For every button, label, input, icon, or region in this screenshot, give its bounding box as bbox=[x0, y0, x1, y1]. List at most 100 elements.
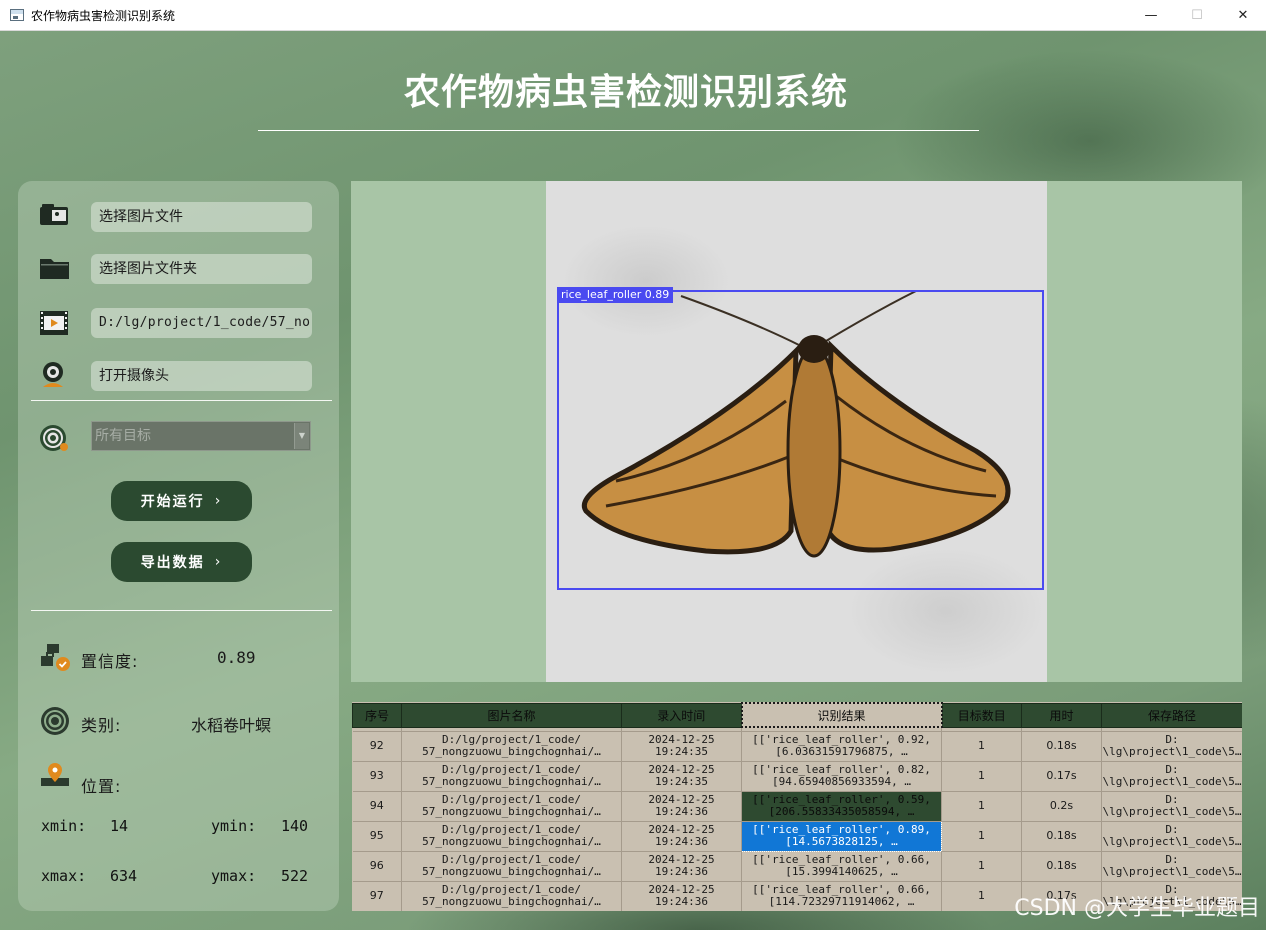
row-result-line2: [15.3994140625, … bbox=[785, 865, 898, 878]
chevron-down-icon[interactable]: ▼ bbox=[294, 423, 309, 449]
xmax-label: xmax: bbox=[41, 867, 87, 885]
ymax-label: ymax: bbox=[211, 867, 257, 885]
row-result: [['rice_leaf_roller', 0.66, [15.399414062… bbox=[741, 851, 942, 882]
xmin-label: xmin: bbox=[41, 817, 87, 835]
row-index: 93 bbox=[352, 761, 402, 792]
header-index[interactable]: 序号 bbox=[352, 702, 402, 728]
table-row-selected[interactable]: 95 D:/lg/project/1_code/57_nongzuowu_bin… bbox=[352, 820, 1242, 852]
xmax-value: 634 bbox=[110, 867, 138, 885]
control-panel: 选择图片文件 选择图片文件夹 D:/lg/project/1_code/57_n… bbox=[18, 181, 339, 911]
row-clock: 19:24:36 bbox=[655, 835, 708, 848]
row-elapsed: 0.17s bbox=[1021, 761, 1102, 792]
row-index: 94 bbox=[352, 791, 402, 822]
row-count: 1 bbox=[941, 851, 1022, 882]
row-elapsed: 0.18s bbox=[1021, 851, 1102, 882]
detection-label: rice_leaf_roller 0.89 bbox=[557, 287, 674, 303]
row-path-line2: \lg\project\1_code\5… bbox=[1102, 745, 1242, 758]
start-button[interactable]: 开始运行 › bbox=[111, 481, 252, 521]
row-path: D: \lg\project\1_code\5… bbox=[1101, 821, 1242, 852]
main-area: 农作物病虫害检测识别系统 选择图片文件 选择图片文件夹 D:/lg/projec… bbox=[0, 31, 1266, 930]
row-count: 1 bbox=[941, 791, 1022, 822]
row-path: D: \lg\project\1_code\5… bbox=[1101, 731, 1242, 762]
app-title: 农作物病虫害检测识别系统 bbox=[403, 72, 848, 113]
row-index: 96 bbox=[352, 851, 402, 882]
video-path-field[interactable]: D:/lg/project/1_code/57_nor bbox=[91, 308, 312, 338]
header-result[interactable]: 识别结果 bbox=[740, 702, 943, 728]
row-index: 95 bbox=[352, 821, 402, 852]
header-image-name[interactable]: 图片名称 bbox=[401, 702, 622, 728]
title-divider bbox=[258, 130, 979, 131]
row-result: [['rice_leaf_roller', 0.66, [114.72329711… bbox=[741, 881, 942, 911]
target-select[interactable]: 所有目标 ▼ bbox=[91, 421, 311, 451]
select-image-file-button[interactable]: 选择图片文件 bbox=[91, 202, 312, 232]
row-time: 2024-12-25 19:24:36 bbox=[621, 791, 742, 822]
panel-divider bbox=[31, 610, 332, 611]
row-image-name: D:/lg/project/1_code/57_nongzuowu_bingch… bbox=[401, 821, 622, 852]
confidence-label: 置信度: bbox=[81, 652, 139, 671]
row-time: 2024-12-25 19:24:35 bbox=[621, 761, 742, 792]
row-index: 92 bbox=[352, 731, 402, 762]
header-elapsed[interactable]: 用时 bbox=[1021, 702, 1102, 728]
app-icon bbox=[10, 9, 24, 21]
close-button[interactable]: ✕ bbox=[1220, 0, 1266, 31]
select-image-folder-button[interactable]: 选择图片文件夹 bbox=[91, 254, 312, 284]
table-row[interactable]: 94 D:/lg/project/1_code/57_nongzuowu_bin… bbox=[352, 791, 1242, 822]
row-result: [['rice_leaf_roller', 0.82, [94.659408569… bbox=[741, 761, 942, 792]
row-time: 2024-12-25 19:24:36 bbox=[621, 851, 742, 882]
row-image-name: D:/lg/project/1_code/57_nongzuowu_bingch… bbox=[401, 851, 622, 882]
row-image-name: D:/lg/project/1_code/57_nongzuowu_bingch… bbox=[401, 761, 622, 792]
row-image-name-line2: 57_nongzuowu_bingchognhai/… bbox=[422, 775, 601, 788]
start-button-label: 开始运行 bbox=[140, 494, 205, 510]
image-file-icon bbox=[40, 204, 68, 225]
row-clock: 19:24:35 bbox=[655, 775, 708, 788]
row-result-line2: [114.72329711914062, … bbox=[768, 895, 915, 908]
row-image-name-line2: 57_nongzuowu_bingchognhai/… bbox=[422, 895, 601, 908]
row-path-line2: \lg\project\1_code\5… bbox=[1102, 835, 1242, 848]
image-display: rice_leaf_roller 0.89 bbox=[351, 181, 1242, 682]
header-save-path[interactable]: 保存路径 bbox=[1101, 702, 1242, 728]
row-image-name-line2: 57_nongzuowu_bingchognhai/… bbox=[422, 865, 601, 878]
row-index: 97 bbox=[352, 881, 402, 911]
window-controls: — ☐ ✕ bbox=[1128, 0, 1266, 31]
ymin-label: ymin: bbox=[211, 817, 257, 835]
row-image-name: D:/lg/project/1_code/57_nongzuowu_bingch… bbox=[401, 791, 622, 822]
location-pin-icon bbox=[41, 763, 69, 786]
row-path: D: \lg\project\1_code\5… bbox=[1101, 851, 1242, 882]
row-path-line2: \lg\project\1_code\5… bbox=[1102, 775, 1242, 788]
folder-icon bbox=[40, 259, 69, 279]
maximize-button[interactable]: ☐ bbox=[1174, 0, 1220, 31]
row-image-name-line2: 57_nongzuowu_bingchognhai/… bbox=[422, 805, 601, 818]
row-path: D: \lg\project\1_code\5… bbox=[1101, 791, 1242, 822]
camera-icon bbox=[43, 362, 63, 387]
watermark: CSDN @大学生毕业题目 bbox=[1014, 896, 1260, 921]
chevron-right-icon: › bbox=[214, 554, 223, 570]
row-image-name: D:/lg/project/1_code/57_nongzuowu_bingch… bbox=[401, 731, 622, 762]
row-image-name: D:/lg/project/1_code/57_nongzuowu_bingch… bbox=[401, 881, 622, 911]
ymin-value: 140 bbox=[281, 817, 309, 835]
xmin-value: 14 bbox=[110, 817, 129, 835]
row-count: 1 bbox=[941, 881, 1022, 911]
minimize-button[interactable]: — bbox=[1128, 0, 1174, 31]
row-result: [['rice_leaf_roller', 0.59, [206.55833435… bbox=[741, 791, 942, 822]
video-icon bbox=[40, 311, 68, 335]
open-camera-button[interactable]: 打开摄像头 bbox=[91, 361, 312, 391]
row-time: 2024-12-25 19:24:35 bbox=[621, 731, 742, 762]
row-result-selected[interactable]: [['rice_leaf_roller', 0.89, [14.567382812… bbox=[741, 820, 942, 852]
row-count: 1 bbox=[941, 731, 1022, 762]
target-select-value: 所有目标 bbox=[95, 428, 151, 444]
export-button[interactable]: 导出数据 › bbox=[111, 542, 252, 582]
row-count: 1 bbox=[941, 821, 1022, 852]
row-clock: 19:24:36 bbox=[655, 895, 708, 908]
detection-image: rice_leaf_roller 0.89 bbox=[546, 181, 1047, 682]
results-table[interactable]: 序号 图片名称 录入时间 识别结果 目标数目 用时 保存路径 92 D:/lg/… bbox=[352, 702, 1242, 911]
row-image-name-line2: 57_nongzuowu_bingchognhai/… bbox=[422, 745, 601, 758]
table-row[interactable]: 96 D:/lg/project/1_code/57_nongzuowu_bin… bbox=[352, 851, 1242, 882]
row-path: D: \lg\project\1_code\5… bbox=[1101, 761, 1242, 792]
panel-divider bbox=[31, 400, 332, 401]
position-label: 位置: bbox=[81, 777, 122, 796]
table-row[interactable]: 92 D:/lg/project/1_code/57_nongzuowu_bin… bbox=[352, 731, 1242, 762]
header-target-count[interactable]: 目标数目 bbox=[941, 702, 1022, 728]
table-row[interactable]: 93 D:/lg/project/1_code/57_nongzuowu_bin… bbox=[352, 761, 1242, 792]
header-entry-time[interactable]: 录入时间 bbox=[621, 702, 742, 728]
window-title-bar: 农作物病虫害检测识别系统 — ☐ ✕ bbox=[0, 0, 1266, 31]
